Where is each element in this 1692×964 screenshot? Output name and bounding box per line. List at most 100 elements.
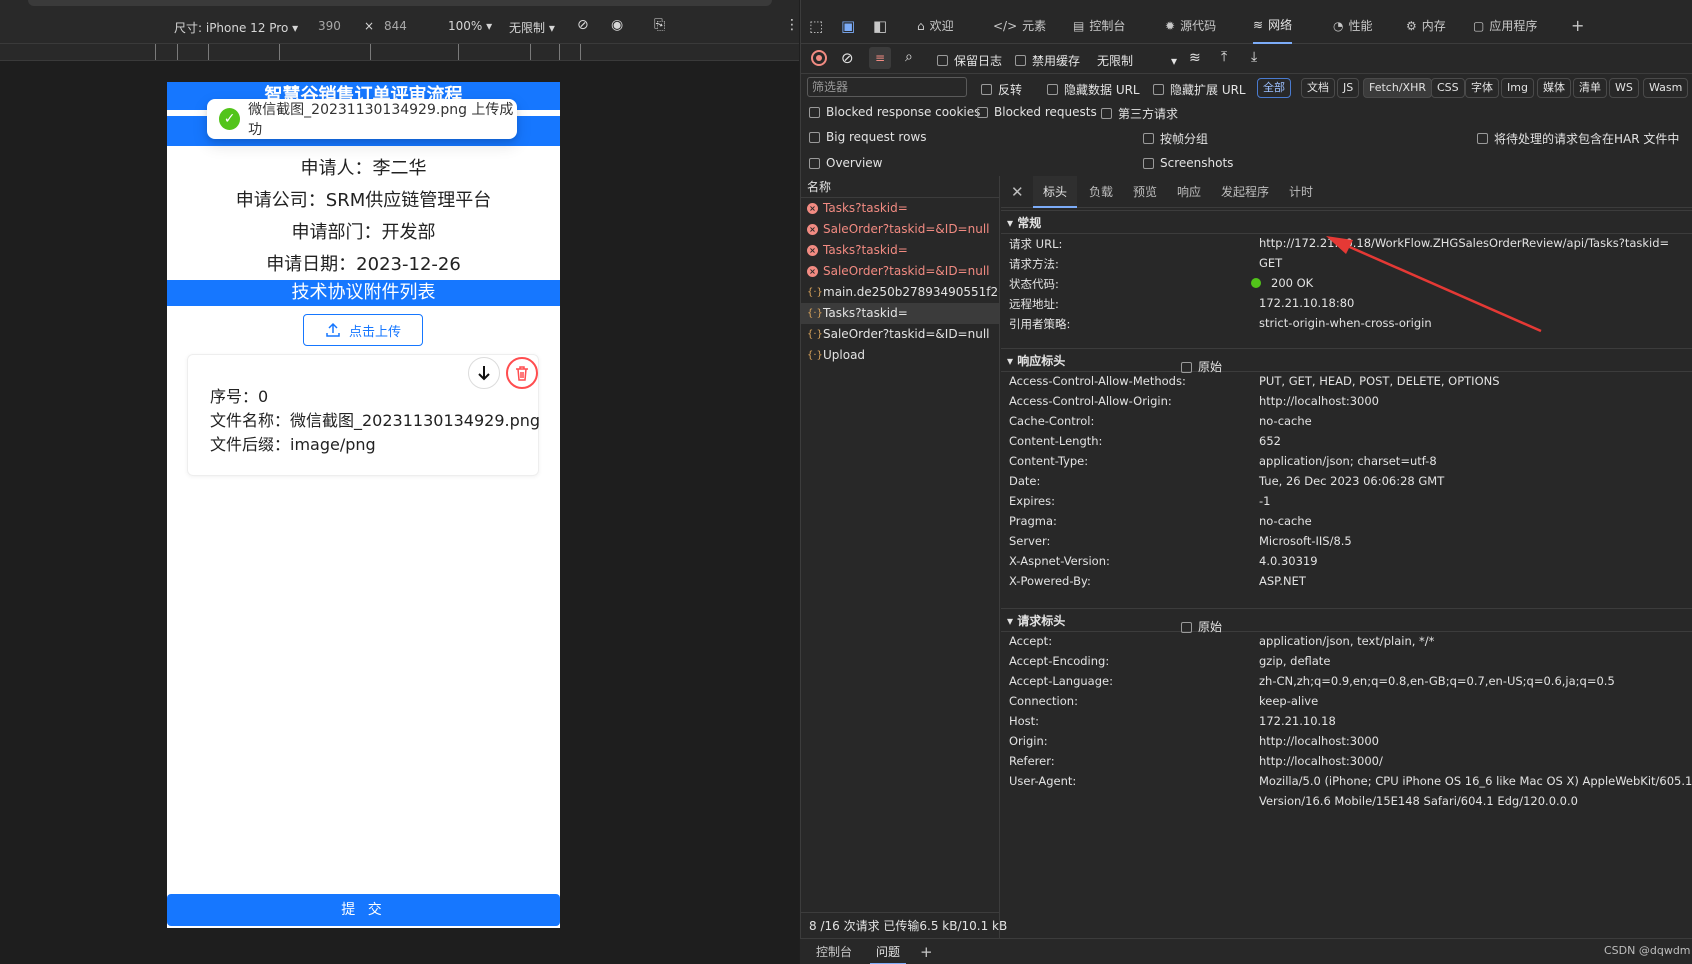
dock-icon[interactable]: ◧ (873, 8, 887, 44)
home-icon: ⌂ (917, 19, 925, 33)
request-row[interactable]: × Tasks?taskid= (801, 240, 999, 261)
request-row[interactable]: {·} Upload (801, 345, 999, 366)
network-conditions-icon[interactable]: ≋ (1189, 50, 1201, 66)
request-row[interactable]: × SaleOrder?taskid=&ID=null (801, 261, 999, 282)
throttle-select[interactable]: 无限制 ▾ (509, 19, 555, 36)
delete-button[interactable] (506, 357, 538, 389)
type-filter-fetch[interactable]: Fetch/XHR (1363, 78, 1432, 98)
big-rows-checkbox[interactable]: Big request rows (809, 130, 927, 144)
request-row[interactable]: {·} main.de250b27893490551f20... (801, 282, 999, 303)
type-filter-js[interactable]: JS (1337, 78, 1360, 98)
import-har-icon[interactable]: ⤒ (1221, 49, 1227, 65)
xhr-icon: {·} (807, 308, 823, 319)
export-har-icon[interactable]: ⤓ (1251, 49, 1257, 65)
tab-performance[interactable]: ◔ 性能 (1333, 8, 1373, 44)
header-key: X-Powered-By: (1009, 574, 1091, 588)
search-icon[interactable]: ⌕ (905, 49, 913, 65)
network-status-bar: 8 /16 次请求 已传输6.5 kB/10.1 kB (801, 912, 1007, 938)
file-name: 文件名称：微信截图_20231130134929.png (210, 411, 541, 430)
vision-icon[interactable]: ◉ (611, 17, 623, 33)
type-filter-css[interactable]: CSS (1431, 78, 1465, 98)
device-width-input[interactable]: 390 (318, 19, 341, 33)
type-filter-font[interactable]: 字体 (1465, 78, 1499, 98)
download-button[interactable] (468, 357, 500, 389)
tab-network[interactable]: ≋ 网络 (1253, 8, 1293, 44)
header-value: zh-CN,zh;q=0.9,en;q=0.8,en-GB;q=0.7,en-U… (1259, 674, 1615, 688)
request-row[interactable]: {·} SaleOrder?taskid=&ID=null (801, 324, 999, 345)
request-row[interactable]: × SaleOrder?taskid=&ID=null (801, 219, 999, 240)
header-key: Origin: (1009, 734, 1048, 748)
preserve-log-checkbox[interactable]: 保留日志 (937, 52, 1002, 69)
record-icon[interactable] (811, 50, 827, 66)
third-party-checkbox[interactable]: 第三方请求 (1101, 105, 1178, 122)
network-throttle-select[interactable]: 无限制 ▾ (1097, 52, 1177, 69)
window-top-strip (0, 0, 799, 8)
device-select[interactable]: 尺寸: iPhone 12 Pro ▾ (174, 19, 298, 36)
more-options-icon[interactable]: ⋮ (785, 17, 799, 33)
error-icon: × (807, 245, 818, 256)
tab-sources[interactable]: ✹ 源代码 (1165, 8, 1216, 44)
header-value: 4.0.30319 (1259, 554, 1318, 568)
file-suffix: 文件后缀：image/png (210, 435, 376, 454)
hide-ext-urls-checkbox[interactable]: 隐藏扩展 URL (1153, 81, 1246, 98)
overview-checkbox[interactable]: Overview (809, 156, 883, 170)
network-filter-area: 筛选器 反转 隐藏数据 URL 隐藏扩展 URL 全部 文档 JS Fetch/… (801, 74, 1692, 174)
tab-elements[interactable]: </> 元素 (993, 8, 1046, 44)
type-filter-manifest[interactable]: 清单 (1573, 78, 1607, 98)
screenshots-checkbox[interactable]: Screenshots (1143, 156, 1233, 170)
drawer-tab-console[interactable]: 控制台 (816, 939, 852, 964)
device-height-input[interactable]: 844 (384, 19, 407, 33)
invert-checkbox[interactable]: 反转 (981, 81, 1022, 98)
add-tab-icon[interactable]: + (1571, 8, 1584, 44)
har-pending-checkbox[interactable]: 将待处理的请求包含在HAR 文件中 (1477, 130, 1679, 147)
filter-input[interactable]: 筛选器 (807, 77, 967, 97)
company-text: 申请公司：SRM供应链管理平台 (235, 190, 492, 211)
type-filter-all[interactable]: 全部 (1257, 78, 1291, 98)
drawer-add-icon[interactable]: + (920, 939, 933, 964)
type-filter-media[interactable]: 媒体 (1537, 78, 1571, 98)
header-key: User-Agent: (1009, 774, 1077, 788)
upload-button[interactable]: 点击上传 (303, 314, 423, 346)
request-row[interactable]: × Tasks?taskid= (801, 198, 999, 219)
hide-data-urls-checkbox[interactable]: 隐藏数据 URL (1047, 81, 1140, 98)
device-toolbar: 尺寸: iPhone 12 Pro ▾ 390 × 844 100% ▾ 无限制… (0, 8, 799, 44)
tab-memory[interactable]: ⚙ 内存 (1406, 8, 1446, 44)
xhr-icon: {·} (807, 350, 823, 361)
upload-icon (326, 322, 340, 337)
error-icon: × (807, 203, 818, 214)
tab-console[interactable]: ▤ 控制台 (1073, 8, 1125, 44)
type-filter-doc[interactable]: 文档 (1301, 78, 1335, 98)
gauge-icon: ◔ (1333, 19, 1344, 33)
blocked-cookies-checkbox[interactable]: Blocked response cookies (809, 105, 980, 119)
group-by-frame-checkbox[interactable]: 按帧分组 (1143, 130, 1208, 147)
type-filter-wasm[interactable]: Wasm (1643, 78, 1689, 98)
zoom-select[interactable]: 100% ▾ (448, 19, 492, 33)
xhr-icon: {·} (807, 287, 823, 298)
header-key: Accept-Language: (1009, 674, 1113, 688)
header-value: ASP.NET (1259, 574, 1306, 588)
clear-icon[interactable]: ⊘ (841, 49, 854, 67)
rotate-icon[interactable]: ⎘ (654, 17, 665, 33)
disable-cache-checkbox[interactable]: 禁用缓存 (1015, 52, 1080, 69)
inspect-element-icon[interactable]: ⬚ (809, 8, 823, 44)
header-value: 172.21.10.18 (1259, 714, 1336, 728)
blocked-requests-checkbox[interactable]: Blocked requests (977, 105, 1097, 119)
devtools-tab-bar: ⬚ ▣ ◧ ⌂ 欢迎 </> 元素 ▤ 控制台 ✹ 源代码 ≋ 网络 ◔ 性能 ⚙ 内存 ▢ 应… (801, 8, 1692, 44)
drawer-tab-issues[interactable]: 问题 (870, 939, 907, 964)
sensor-icon[interactable]: ⊘ (577, 17, 589, 33)
name-column-header[interactable]: 名称 (801, 176, 999, 198)
tab-welcome[interactable]: ⌂ 欢迎 (917, 8, 954, 44)
console-icon: ▤ (1073, 19, 1085, 33)
devtools-drawer: 控制台 问题 + (800, 938, 1692, 964)
header-value: gzip, deflate (1259, 654, 1331, 668)
filter-icon[interactable]: ≡ (869, 47, 891, 69)
raw-request-checkbox[interactable]: 原始 (1181, 615, 1222, 639)
bug-icon: ✹ (1165, 19, 1176, 33)
device-toggle-icon[interactable]: ▣ (841, 8, 855, 44)
submit-button[interactable]: 提 交 (167, 894, 560, 926)
request-row-selected[interactable]: {·} Tasks?taskid= (801, 303, 999, 324)
type-filter-img[interactable]: Img (1501, 78, 1534, 98)
tab-application[interactable]: ▢ 应用程序 (1473, 8, 1537, 44)
type-filter-ws[interactable]: WS (1609, 78, 1639, 98)
request-headers-section-header[interactable]: ▾ 请求标头 原始 (1001, 608, 1692, 634)
